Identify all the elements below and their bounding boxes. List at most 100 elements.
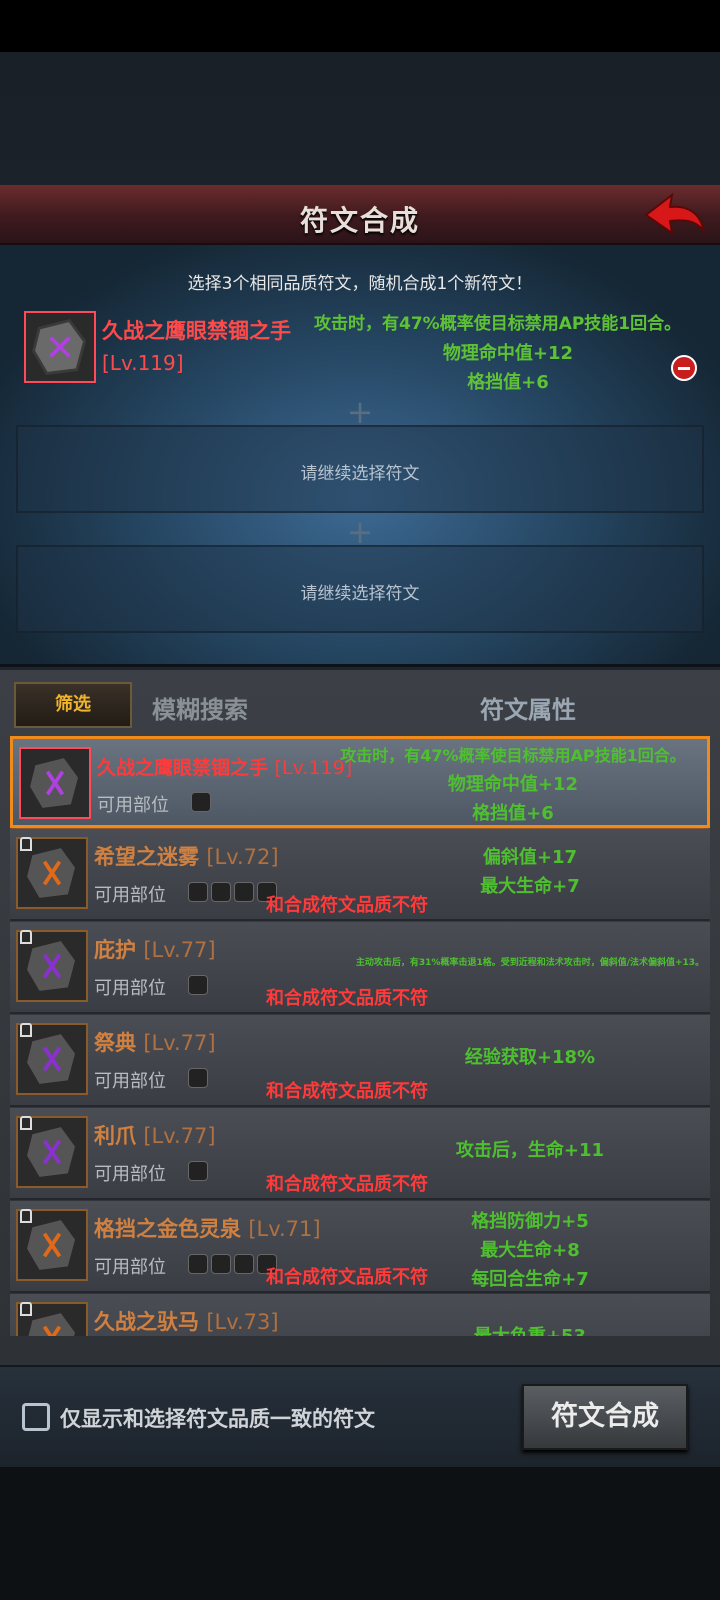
- bottom-area: [0, 1467, 720, 1600]
- remove-rune-button[interactable]: [671, 355, 697, 381]
- rune-level: [Lv.71]: [248, 1217, 321, 1241]
- checkbox-label: 仅显示和选择符文品质一致的符文: [60, 1407, 375, 1431]
- lock-icon: [20, 837, 32, 851]
- equip-slot-icon: [191, 792, 211, 812]
- equip-slot-icon: [234, 882, 254, 902]
- selected-rune-name: 久战之鹰眼禁锢之手: [102, 319, 291, 343]
- rune-row[interactable]: 格挡之金色灵泉 [Lv.71] 可用部位 格挡防御力+5 最大生命+8 每回合生命+7 和…: [10, 1201, 710, 1293]
- rune-row[interactable]: 久战之鹰眼禁锢之手 [Lv.119] 可用部位 攻击时，有47%概率使目标禁用AP技…: [10, 736, 710, 828]
- tab-fuzzy-search[interactable]: 模糊搜索: [152, 690, 248, 725]
- usable-slots-label: 可用部位: [94, 1071, 166, 1092]
- back-arrow-icon: [644, 192, 705, 236]
- rune-row[interactable]: 希望之迷雾 [Lv.72] 可用部位 偏斜值+17 最大生命+7 和合成符文品质不符: [10, 829, 710, 921]
- rune-stats: 最大负重+53: [350, 1322, 710, 1336]
- rune-name-text: 利爪: [94, 1124, 136, 1148]
- synthesize-button[interactable]: 符文合成: [522, 1384, 688, 1450]
- back-button[interactable]: [642, 191, 706, 237]
- rune-stat: 最大生命+8: [480, 1240, 580, 1261]
- rune-name-text: 祭典: [94, 1031, 136, 1055]
- rune-name-text: 久战之鹰眼禁锢之手: [97, 757, 269, 779]
- equip-slot-icon: [211, 1254, 231, 1274]
- quality-mismatch-text: 和合成符文品质不符: [266, 1267, 428, 1288]
- tab-bar: 筛选 模糊搜索 符文属性: [0, 670, 720, 732]
- rune-name: 庇护 [Lv.77]: [94, 934, 216, 964]
- selected-rune-stat: 格挡值+6: [467, 372, 549, 393]
- equip-slot-icons: [191, 792, 214, 814]
- rune-stat: 攻击后，生命+11: [455, 1140, 605, 1161]
- quality-mismatch-text: 和合成符文品质不符: [266, 1174, 428, 1195]
- equip-slot-icon: [188, 975, 208, 995]
- usable-slots-label: 可用部位: [94, 978, 166, 999]
- rune-name: 利爪 [Lv.77]: [94, 1120, 216, 1150]
- rune-level: [Lv.77]: [143, 1124, 216, 1148]
- equip-slot-icon: [188, 1068, 208, 1088]
- page-title: 符文合成: [299, 204, 420, 237]
- selected-rune-stat: 攻击时，有47%概率使目标禁用AP技能1回合。: [314, 314, 682, 334]
- rune-row[interactable]: 久战之驮马 [Lv.73]可用部位最大负重+53和合成符文品质不符: [10, 1294, 710, 1336]
- usable-slots-label: 可用部位: [94, 1164, 166, 1185]
- rune-name-text: 久战之驮马: [94, 1310, 199, 1334]
- equip-slot-icon: [234, 1254, 254, 1274]
- rune-stat: 偏斜值+17: [482, 847, 578, 868]
- tab-rune-attributes[interactable]: 符文属性: [480, 690, 576, 725]
- quality-mismatch-text: 和合成符文品质不符: [266, 1081, 428, 1102]
- rune-stat: 攻击时，有47%概率使目标禁用AP技能1回合。: [340, 746, 686, 765]
- synth-slot-2[interactable]: 请继续选择符文: [16, 425, 704, 513]
- filter-button[interactable]: 筛选: [14, 682, 132, 728]
- rune-stat: 格挡防御力+5: [471, 1211, 589, 1232]
- rune-level: [Lv.72]: [206, 845, 279, 869]
- rune-row[interactable]: 庇护 [Lv.77] 可用部位 主动攻击后，有31%概率击退1格。受到近程和法术攻击…: [10, 922, 710, 1014]
- rune-name: 格挡之金色灵泉 [Lv.71]: [94, 1213, 321, 1243]
- equip-slot-icon: [188, 1254, 208, 1274]
- rune-name-text: 庇护: [94, 938, 136, 962]
- rune-stat: 格挡值+6: [472, 803, 554, 824]
- equip-slot-icons: [188, 975, 211, 997]
- rune-icon: [19, 747, 91, 819]
- rune-stats: 攻击后，生命+11: [350, 1136, 710, 1165]
- synth-slot-1[interactable]: 久战之鹰眼禁锢之手 [Lv.119] 攻击时，有47%概率使目标禁用AP技能1回…: [18, 307, 702, 393]
- rune-level: [Lv.77]: [143, 1031, 216, 1055]
- equip-slot-icons: [188, 1161, 211, 1183]
- lock-icon: [20, 1023, 32, 1037]
- footer-bar: 仅显示和选择符文品质一致的符文 符文合成: [0, 1365, 720, 1467]
- quality-mismatch-text: 和合成符文品质不符: [266, 988, 428, 1009]
- status-bar: [0, 0, 720, 52]
- header-bar: 符文合成: [0, 185, 720, 245]
- rune-stat: 物理命中值+12: [447, 774, 579, 795]
- lock-icon: [20, 1302, 32, 1316]
- rune-name: 祭典 [Lv.77]: [94, 1027, 216, 1057]
- rune-name: 久战之驮马 [Lv.73]: [94, 1306, 279, 1336]
- selected-rune-level: [Lv.119]: [102, 351, 184, 375]
- instruction-text: 选择3个相同品质符文，随机合成1个新符文！: [187, 274, 533, 294]
- equip-slot-icon: [188, 882, 208, 902]
- empty-slot-text: 请继续选择符文: [300, 584, 420, 604]
- same-quality-checkbox[interactable]: [22, 1403, 50, 1431]
- lock-icon: [20, 1116, 32, 1130]
- rune-name: 希望之迷雾 [Lv.72]: [94, 841, 279, 871]
- selected-rune-stat: 物理命中值+12: [442, 343, 574, 364]
- rune-level: [Lv.73]: [206, 1310, 279, 1334]
- rune-list[interactable]: 久战之鹰眼禁锢之手 [Lv.119] 可用部位 攻击时，有47%概率使目标禁用AP技…: [10, 736, 710, 1336]
- rune-level: [Lv.77]: [143, 938, 216, 962]
- rune-stats: 经验获取+18%: [350, 1043, 710, 1072]
- equip-slot-icon: [211, 882, 231, 902]
- rune-name-text: 希望之迷雾: [94, 845, 199, 869]
- rune-stats: 攻击时，有47%概率使目标禁用AP技能1回合。 物理命中值+12 格挡值+6: [313, 741, 710, 828]
- rune-list-panel: 筛选 模糊搜索 符文属性 久战之鹰眼禁锢之手 [Lv.119] 可用部位 攻击时，有…: [0, 670, 720, 1365]
- empty-slot-text: 请继续选择符文: [300, 464, 420, 484]
- quality-mismatch-text: 和合成符文品质不符: [266, 895, 428, 916]
- rune-stat: 最大负重+53: [350, 1322, 710, 1336]
- usable-slots-label: 可用部位: [94, 1257, 166, 1278]
- rune-stat: 主动攻击后，有31%概率击退1格。受到近程和法术攻击时，偏斜值/法术偏斜值+13…: [355, 958, 705, 968]
- lock-icon: [20, 930, 32, 944]
- lock-icon: [20, 1209, 32, 1223]
- synth-slot-3[interactable]: 请继续选择符文: [16, 545, 704, 633]
- equip-slot-icons: [188, 1068, 211, 1090]
- synthesis-slots-panel: 选择3个相同品质符文，随机合成1个新符文！ 久战之鹰眼禁锢之手 [Lv.119]…: [0, 245, 720, 667]
- rune-row[interactable]: 利爪 [Lv.77] 可用部位 攻击后，生命+11 和合成符文品质不符: [10, 1108, 710, 1200]
- equip-slot-icon: [188, 1161, 208, 1181]
- usable-slots-label: 可用部位: [97, 795, 169, 816]
- rune-row[interactable]: 祭典 [Lv.77] 可用部位 经验获取+18% 和合成符文品质不符: [10, 1015, 710, 1107]
- rune-icon: [24, 311, 96, 383]
- rune-stat: 经验获取+18%: [464, 1047, 596, 1068]
